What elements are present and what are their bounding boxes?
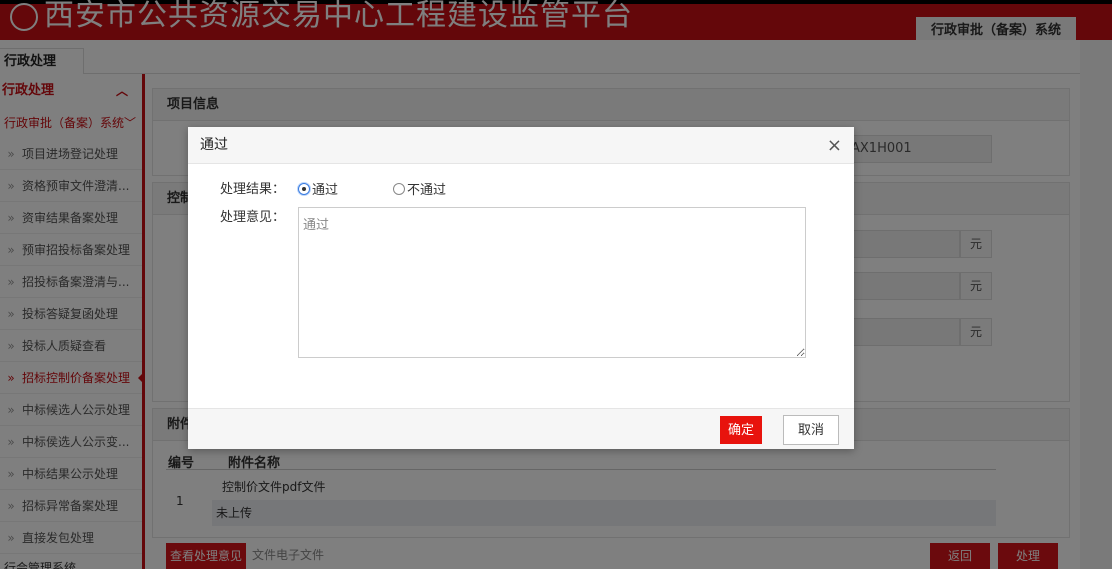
radio-reject-label: 不通过 (407, 183, 447, 198)
radio-approve-label: 通过 (312, 183, 339, 198)
radio-approve[interactable]: 通过 (298, 179, 338, 198)
close-icon[interactable]: × (827, 127, 842, 164)
dialog-title: 通过 (200, 137, 228, 153)
approve-dialog: 通过 × 处理结果： 通过 不通过 处理意见： 通过 确定 取消 (188, 127, 854, 449)
dialog-footer: 确定 取消 (188, 408, 854, 449)
opinion-textarea[interactable]: 通过 (298, 207, 806, 358)
dialog-header: 通过 × (188, 127, 854, 164)
radio-reject[interactable]: 不通过 (393, 179, 446, 198)
radio-unchecked-icon (393, 182, 405, 195)
confirm-button[interactable]: 确定 (720, 416, 762, 444)
opinion-label: 处理意见： (220, 210, 286, 225)
cancel-button[interactable]: 取消 (783, 415, 839, 445)
result-label: 处理结果： (220, 182, 286, 197)
radio-checked-icon (298, 182, 310, 195)
